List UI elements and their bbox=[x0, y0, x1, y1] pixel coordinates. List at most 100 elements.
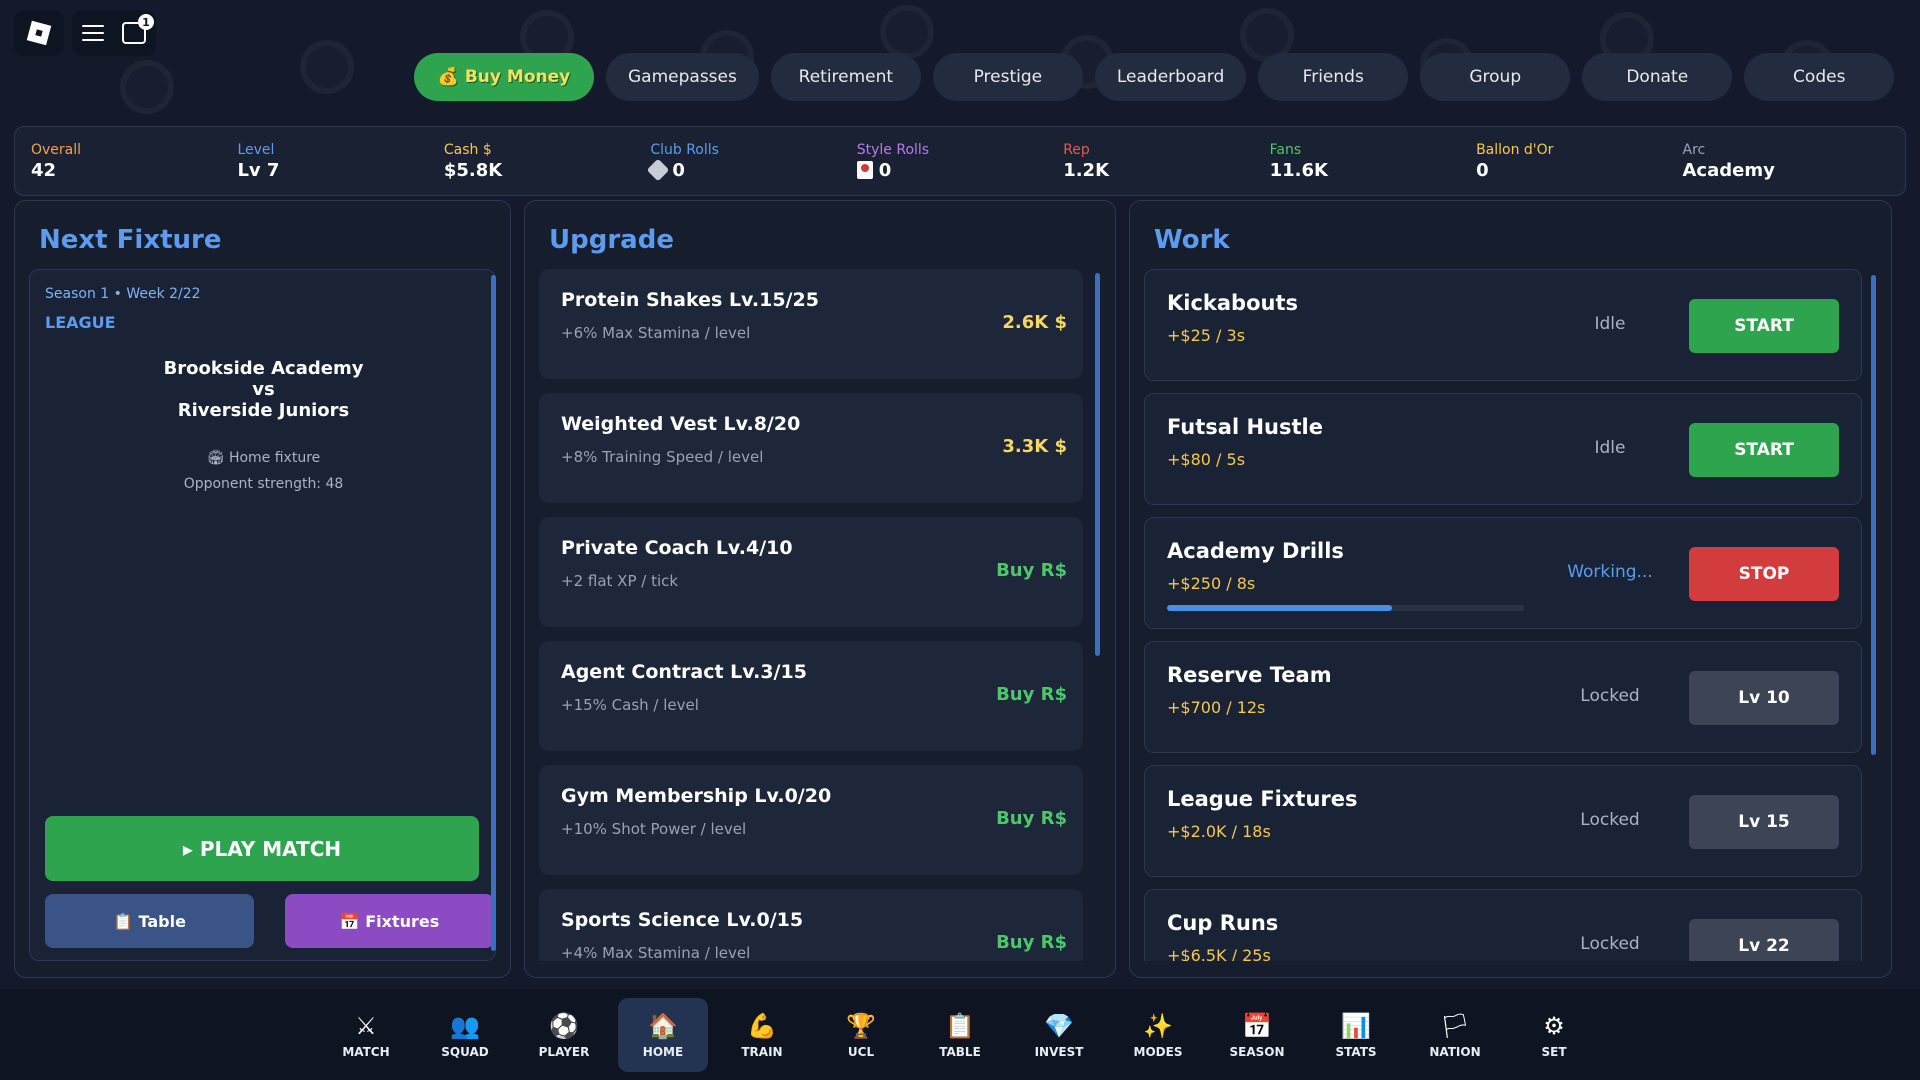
bottom-nav-invest[interactable]: 💎 INVEST bbox=[1014, 998, 1104, 1072]
upgrade-panel: Upgrade Protein Shakes Lv.15/25 +6% Max S… bbox=[524, 200, 1116, 978]
menu-icon[interactable] bbox=[82, 25, 104, 41]
nav-pill-donate[interactable]: Donate bbox=[1582, 53, 1733, 101]
bottom-nav-label: UCL bbox=[847, 1044, 875, 1059]
nav-pill-group[interactable]: Group bbox=[1420, 53, 1571, 101]
nav-pill-buy-money[interactable]: 💰 Buy Money bbox=[414, 53, 594, 101]
stat-rep: Rep 1.2K bbox=[1063, 142, 1269, 181]
muscle-icon: 💪 bbox=[747, 1011, 777, 1040]
nav-pill-leaderboard[interactable]: Leaderboard bbox=[1094, 53, 1247, 101]
upgrade-description: +2 flat XP / tick bbox=[561, 572, 679, 590]
home-icon: 🏠 bbox=[648, 1011, 678, 1040]
bottom-nav-player[interactable]: ⚽ PLAYER bbox=[519, 998, 609, 1072]
stat-style-rolls: Style Rolls 0 bbox=[856, 142, 1063, 181]
upgrade-name: Gym Membership Lv.0/20 bbox=[561, 785, 832, 807]
roblox-logo-button[interactable] bbox=[14, 10, 64, 56]
nav-pill-codes[interactable]: Codes bbox=[1744, 53, 1895, 101]
fixture-card: Season 1 • Week 2/22 LEAGUE Brookside Ac… bbox=[29, 269, 496, 961]
versus-label: vs bbox=[252, 379, 275, 400]
upgrade-buy-button[interactable]: Buy R$ bbox=[996, 932, 1067, 953]
work-rate: +$80 / 5s bbox=[1167, 450, 1246, 469]
bottom-nav-squad[interactable]: 👥 SQUAD bbox=[420, 998, 510, 1072]
upgrade-scrollbar[interactable] bbox=[1095, 273, 1100, 656]
bottom-nav-table[interactable]: 📋 TABLE bbox=[915, 998, 1005, 1072]
play-match-button[interactable]: ▸ PLAY MATCH bbox=[45, 816, 479, 881]
upgrade-name: Agent Contract Lv.3/15 bbox=[561, 661, 807, 683]
fixture-scrollbar[interactable] bbox=[491, 275, 496, 951]
notification-badge: 1 bbox=[138, 14, 154, 30]
bottom-nav-label: TABLE bbox=[939, 1044, 981, 1059]
upgrade-description: +4% Max Stamina / level bbox=[561, 944, 751, 961]
stat-value: 1.2K bbox=[1063, 159, 1110, 181]
stat-label: Rep bbox=[1063, 141, 1090, 158]
trophy-icon: 🏆 bbox=[846, 1011, 876, 1040]
bottom-nav-match[interactable]: ⚔ MATCH bbox=[321, 998, 411, 1072]
work-name: Cup Runs bbox=[1167, 911, 1279, 935]
nav-pill-gamepasses[interactable]: Gamepasses bbox=[606, 53, 759, 101]
upgrade-list: Protein Shakes Lv.15/25 +6% Max Stamina /… bbox=[539, 269, 1085, 961]
work-stop-button[interactable]: STOP bbox=[1689, 547, 1839, 601]
stat-value-row: 0 bbox=[1476, 160, 1682, 181]
work-item: Cup Runs +$6.5K / 25s Locked Lv 22 bbox=[1144, 889, 1862, 961]
work-status: Locked bbox=[1580, 810, 1640, 830]
chat-icon[interactable]: 1 bbox=[122, 14, 154, 44]
work-status: Idle bbox=[1594, 438, 1626, 458]
nav-pill-retirement[interactable]: Retirement bbox=[770, 53, 921, 101]
competition-label: LEAGUE bbox=[45, 313, 116, 332]
table-button[interactable]: 📋 Table bbox=[45, 894, 254, 948]
away-team: Riverside Juniors bbox=[177, 400, 350, 421]
upgrade-buy-button[interactable]: 2.6K $ bbox=[1002, 312, 1067, 333]
upgrade-buy-button[interactable]: Buy R$ bbox=[996, 808, 1067, 829]
bottom-nav-modes[interactable]: ✨ MODES bbox=[1113, 998, 1203, 1072]
bottom-nav-label: PLAYER bbox=[538, 1044, 590, 1059]
nav-pill-friends[interactable]: Friends bbox=[1258, 53, 1409, 101]
work-panel: Work Kickabouts +$25 / 3s Idle START Futsal … bbox=[1129, 200, 1892, 978]
upgrade-item: Protein Shakes Lv.15/25 +6% Max Stamina /… bbox=[539, 269, 1083, 379]
stat-value-row: 0 bbox=[856, 160, 1063, 181]
stat-fans: Fans 11.6K bbox=[1270, 142, 1476, 181]
stat-value-row: 11.6K bbox=[1270, 160, 1476, 181]
stat-level: Level Lv 7 bbox=[237, 142, 443, 181]
bottom-nav-home[interactable]: 🏠 HOME bbox=[618, 997, 708, 1072]
flag-icon: 🏳 bbox=[1439, 1011, 1471, 1040]
bottom-nav-nation[interactable]: 🏳 NATION bbox=[1410, 998, 1500, 1072]
work-start-button[interactable]: START bbox=[1689, 423, 1839, 477]
fixtures-button[interactable]: 📅 Fixtures bbox=[285, 894, 494, 948]
upgrade-name: Sports Science Lv.0/15 bbox=[561, 909, 804, 931]
upgrade-name: Private Coach Lv.4/10 bbox=[561, 537, 793, 559]
upgrade-description: +15% Cash / level bbox=[561, 696, 699, 714]
upgrade-buy-button[interactable]: 3.3K $ bbox=[1002, 436, 1067, 457]
matchup: Brookside Academy vs Riverside Juniors bbox=[30, 358, 497, 421]
upgrade-item: Private Coach Lv.4/10 +2 flat XP / tick Bu… bbox=[539, 517, 1083, 627]
stat-label: Club Rolls bbox=[650, 141, 719, 158]
upgrade-item: Gym Membership Lv.0/20 +10% Shot Power / … bbox=[539, 765, 1083, 875]
stat-overall: Overall 42 bbox=[31, 142, 237, 181]
work-scrollbar[interactable] bbox=[1871, 275, 1876, 755]
work-locked-button: Lv 10 bbox=[1689, 671, 1839, 725]
bottom-nav-set[interactable]: ⚙ SET bbox=[1509, 998, 1599, 1072]
bottom-nav-label: INVEST bbox=[1034, 1044, 1084, 1059]
stat-value-row: Lv 7 bbox=[237, 160, 443, 181]
bottom-nav-season[interactable]: 📅 SEASON bbox=[1212, 998, 1302, 1072]
bottom-navigation: ⚔ MATCH 👥 SQUAD ⚽ PLAYER 🏠 HOME 💪 TRAIN 🏆 UCL 📋 TABLE… bbox=[0, 989, 1920, 1080]
panel-title: Upgrade bbox=[549, 225, 674, 255]
stat-value: 11.6K bbox=[1269, 159, 1328, 181]
nav-pill-prestige[interactable]: Prestige bbox=[932, 53, 1083, 101]
work-progress-fill bbox=[1167, 605, 1392, 611]
soccer-ball-icon: ⚽ bbox=[549, 1011, 579, 1040]
bottom-nav-ucl[interactable]: 🏆 UCL bbox=[816, 998, 906, 1072]
stat-arc: Arc Academy bbox=[1683, 142, 1889, 181]
venue-label: 🏟 Home fixture bbox=[206, 450, 321, 466]
upgrade-item: Weighted Vest Lv.8/20 +8% Training Speed … bbox=[539, 393, 1083, 503]
stat-label: Overall bbox=[31, 141, 82, 158]
stat-value-row: Academy bbox=[1683, 160, 1889, 181]
work-start-button[interactable]: START bbox=[1689, 299, 1839, 353]
upgrade-buy-button[interactable]: Buy R$ bbox=[996, 560, 1067, 581]
calendar-icon: 📅 bbox=[1242, 1011, 1272, 1040]
bottom-nav-stats[interactable]: 📊 STATS bbox=[1311, 998, 1401, 1072]
bottom-nav-train[interactable]: 💪 TRAIN bbox=[717, 998, 807, 1072]
stat-ballon-d-or: Ballon d'Or 0 bbox=[1476, 142, 1682, 181]
bottom-nav-label: TRAIN bbox=[741, 1044, 783, 1059]
stat-value: 0 bbox=[672, 159, 685, 181]
stat-value-row: 42 bbox=[31, 160, 237, 181]
upgrade-buy-button[interactable]: Buy R$ bbox=[996, 684, 1067, 705]
